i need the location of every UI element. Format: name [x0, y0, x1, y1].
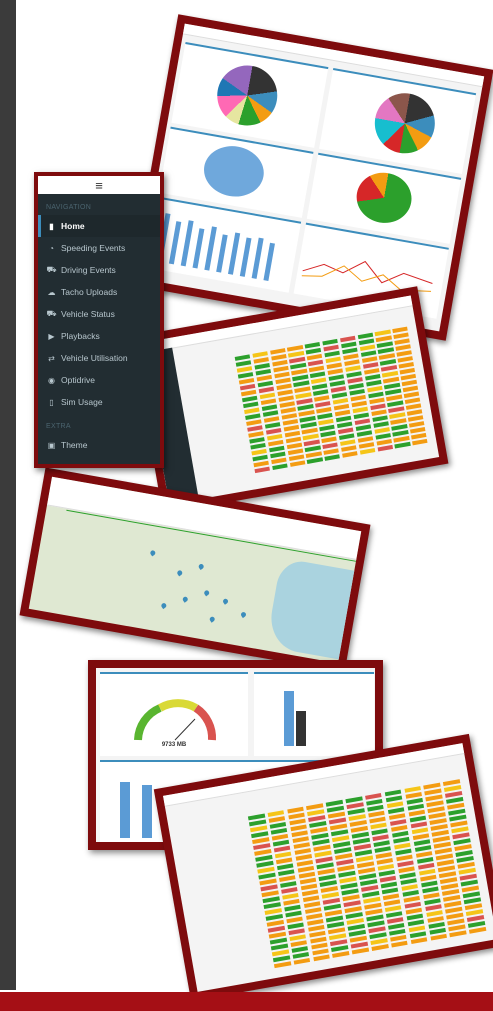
menu-toggle-icon[interactable]: ≡	[38, 176, 160, 194]
gauge-value: 9733 MB	[161, 742, 187, 748]
tachometer-icon: ◔	[49, 243, 54, 253]
dashboard-pies-screenshot	[130, 14, 493, 341]
cloud-upload-icon: ☁	[47, 287, 56, 297]
sidebar-item-label: Playbacks	[61, 331, 100, 341]
sidebar-item-vehicle-utilisation[interactable]: ⇄ Vehicle Utilisation	[38, 347, 160, 369]
sidebar-item-label: Theme	[61, 440, 88, 450]
sidebar-item-theme[interactable]: ▣ Theme	[38, 434, 160, 456]
pie-chart	[199, 141, 268, 202]
sidebar-item-label: Vehicle Utilisation	[61, 353, 128, 363]
bar-chart	[157, 208, 289, 283]
sidebar: ≡ NAVIGATION ▮ Home ◔ Speeding Events ⛟ Drivi…	[38, 176, 160, 464]
map-screenshot	[19, 467, 371, 673]
sidebar-item-label: Home	[61, 221, 85, 231]
sidebar-item-playbacks[interactable]: ▶ Playbacks	[38, 325, 160, 347]
sidebar-item-tacho-uploads[interactable]: ☁ Tacho Uploads	[38, 281, 160, 303]
sidebar-item-sim-usage[interactable]: ▯ Sim Usage	[38, 391, 160, 413]
car-icon: ⛟	[46, 265, 57, 274]
sidebar-item-driving-events[interactable]: ⛟ Driving Events	[38, 259, 160, 281]
sidebar-item-optidrive[interactable]: ◉ Optidrive	[38, 369, 160, 391]
left-gray-bar	[0, 0, 16, 990]
events-table-screenshot	[131, 286, 449, 514]
sidebar-item-label: Driving Events	[61, 265, 116, 275]
exchange-icon: ⇄	[48, 353, 55, 363]
pie-chart	[352, 168, 416, 228]
sidebar-item-label: Vehicle Status	[61, 309, 115, 319]
eye-icon: ◉	[48, 375, 55, 385]
sidebar-item-home[interactable]: ▮ Home	[38, 215, 160, 237]
picture-icon: ▣	[47, 440, 56, 450]
pie-chart	[370, 88, 440, 159]
heatmap-table	[247, 779, 490, 972]
play-icon: ▶	[48, 331, 55, 341]
pie-chart	[212, 60, 283, 131]
heatmap-table	[234, 326, 433, 483]
car-status-icon: ⛟	[46, 309, 57, 318]
sidebar-item-speeding-events[interactable]: ◔ Speeding Events	[38, 237, 160, 259]
extra-header: EXTRA	[46, 423, 71, 430]
bottom-bar	[0, 992, 493, 1011]
sidebar-item-label: Tacho Uploads	[61, 287, 118, 297]
sidebar-item-label: Sim Usage	[61, 397, 103, 407]
sidebar-screenshot: ≡ NAVIGATION ▮ Home ◔ Speeding Events ⛟ Drivi…	[34, 172, 164, 468]
mobile-icon: ▯	[49, 397, 54, 407]
bar-chart-icon: ▮	[49, 221, 54, 231]
sidebar-item-label: Optidrive	[61, 375, 96, 385]
nav-header: NAVIGATION	[46, 204, 92, 211]
sidebar-item-vehicle-status[interactable]: ⛟ Vehicle Status	[38, 303, 160, 325]
sidebar-item-label: Speeding Events	[61, 243, 126, 253]
